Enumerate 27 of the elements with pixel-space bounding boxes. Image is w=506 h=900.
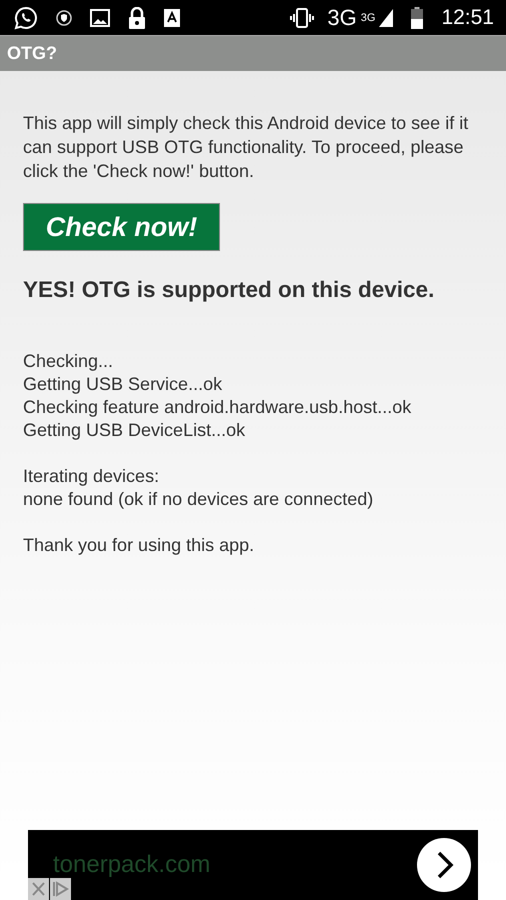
app-title: OTG? [7, 43, 57, 64]
battery-icon [411, 6, 424, 28]
ad-text[interactable]: tonerpack.com [53, 851, 210, 879]
log-line: Checking feature android.hardware.usb.host...ok [23, 396, 412, 419]
keyboard-icon [164, 8, 180, 26]
intro-text: This app will simply check this Android device to see if it can support USB OTG functionality. To proceed, please click the 'Check now!' button. [23, 112, 470, 183]
result-text: YES! OTG is supported on this device. [23, 277, 434, 303]
whatsapp-icon [14, 6, 38, 30]
log-line: Getting USB DeviceList...ok [23, 419, 246, 442]
log-line: none found (ok if no devices are connected) [23, 488, 374, 511]
image-icon [90, 8, 110, 26]
chevron-right-icon[interactable] [416, 837, 472, 893]
log-line: Getting USB Service...ok [23, 373, 224, 396]
check-now-button[interactable]: Check now! [23, 203, 220, 251]
vibrate-icon [289, 8, 316, 28]
lock-icon [128, 6, 146, 28]
network-type: 3G [327, 4, 357, 30]
close-icon[interactable] [28, 878, 49, 900]
log-line: Thank you for using this app. [23, 534, 256, 557]
network-type-small: 3G [360, 12, 376, 24]
clock: 12:51 [441, 6, 494, 30]
shield-icon [56, 10, 72, 26]
log-line: Iterating devices: [23, 465, 160, 488]
ad-info-icon[interactable] [50, 878, 71, 900]
log-line: Checking... [23, 350, 114, 373]
signal-icon [379, 8, 394, 26]
ad-banner[interactable]: tonerpack.com [28, 830, 478, 900]
